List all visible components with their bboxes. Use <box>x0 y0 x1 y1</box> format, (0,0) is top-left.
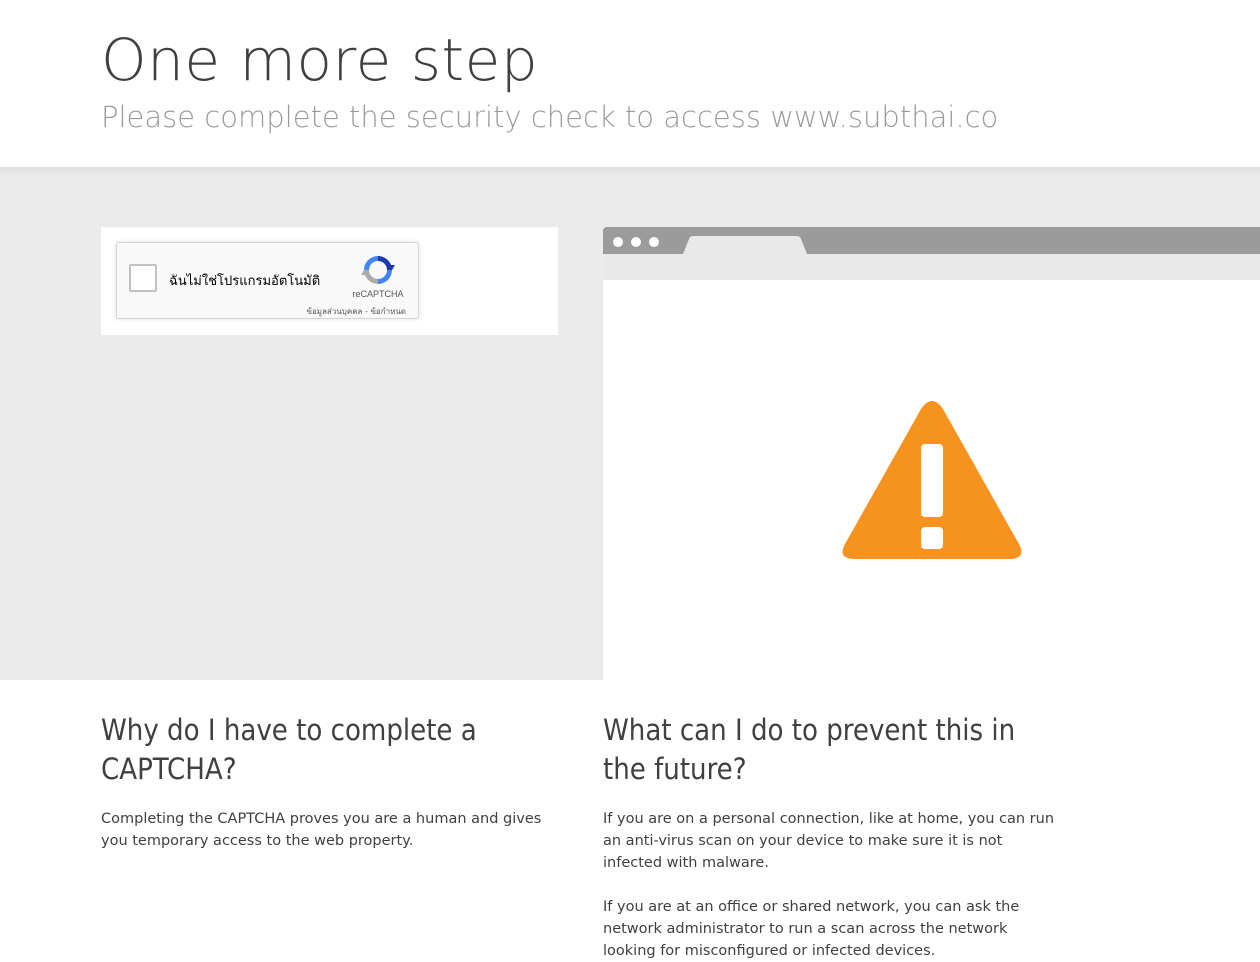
recaptcha-logo-icon <box>361 256 395 284</box>
window-dot-icon <box>613 237 623 247</box>
faq-question: Why do I have to complete a CAPTCHA? <box>101 713 477 786</box>
page-title: One more step <box>101 26 539 94</box>
faq-answer: If you are on a personal connection, lik… <box>603 811 1055 871</box>
recaptcha-links: ข้อมูลส่วนบุคคล - ข้อกำหนด <box>306 305 406 318</box>
faq-question: What can I do to prevent this in the fut… <box>603 713 1016 786</box>
browser-tab-icon <box>683 236 807 254</box>
recaptcha-brand: reCAPTCHA <box>352 289 404 299</box>
faq-prevent: What can I do to prevent this in the fut… <box>603 711 1063 962</box>
captcha-container: ฉันไม่ใช่โปรแกรมอัตโนมัติ reCAPTCHA ข้อม… <box>101 227 558 335</box>
faq-answer: Completing the CAPTCHA proves you are a … <box>101 811 542 849</box>
warning-triangle-icon <box>842 401 1022 559</box>
faq-why-captcha: Why do I have to complete a CAPTCHA? Com… <box>101 711 561 852</box>
terms-link[interactable]: ข้อกำหนด <box>370 307 406 316</box>
browser-illustration <box>603 227 1260 680</box>
privacy-link[interactable]: ข้อมูลส่วนบุคคล <box>306 307 362 316</box>
recaptcha-widget: ฉันไม่ใช่โปรแกรมอัตโนมัติ reCAPTCHA ข้อม… <box>116 242 419 319</box>
browser-viewport <box>603 280 1260 680</box>
browser-titlebar <box>603 227 1260 254</box>
window-dot-icon <box>631 237 641 247</box>
recaptcha-checkbox[interactable] <box>129 264 157 292</box>
faq-answer: If you are at an office or shared networ… <box>603 899 1020 959</box>
recaptcha-label: ฉันไม่ใช่โปรแกรมอัตโนมัติ <box>169 274 321 289</box>
window-dot-icon <box>649 237 659 247</box>
page-header: One more step Please complete the securi… <box>0 0 1260 167</box>
browser-toolbar <box>603 254 1260 280</box>
page-subtitle: Please complete the security check to ac… <box>101 100 999 134</box>
